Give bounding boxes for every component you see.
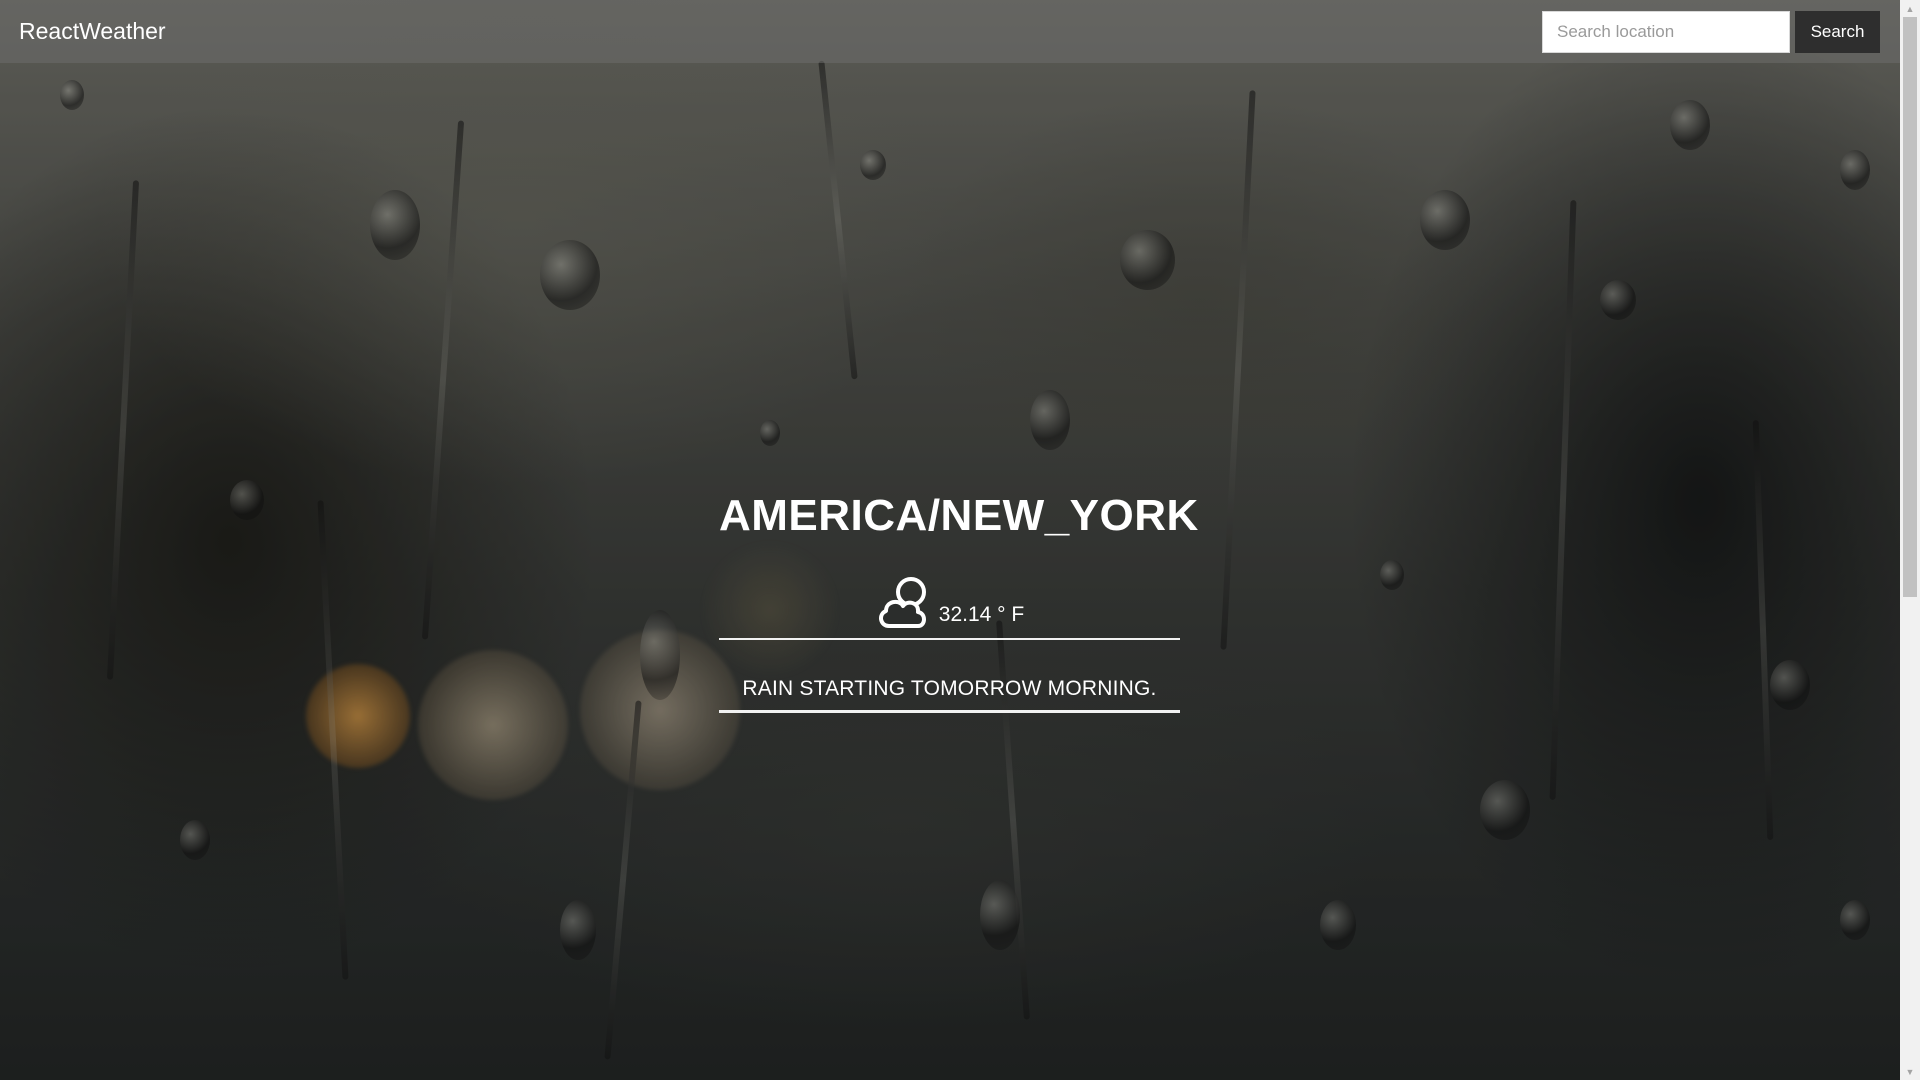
search-button[interactable]: Search	[1795, 10, 1880, 53]
divider-bottom	[719, 710, 1180, 713]
app-brand[interactable]: ReactWeather	[19, 18, 166, 45]
scroll-down-icon[interactable]: ▼	[1900, 1063, 1920, 1080]
top-bar: ReactWeather Search	[0, 0, 1900, 63]
location-title: AMERICA/NEW_YORK	[719, 491, 1199, 540]
search-location-input[interactable]	[1542, 10, 1790, 53]
partly-cloudy-icon	[875, 574, 935, 630]
weather-panel: AMERICA/NEW_YORK 32.14 ° F RAIN STARTING…	[719, 490, 1199, 713]
scrollbar-thumb[interactable]	[1903, 17, 1917, 597]
search-form: Search	[1542, 10, 1880, 53]
forecast-summary: RAIN STARTING TOMORROW MORNING.	[742, 677, 1157, 700]
temperature-row: 32.14 ° F	[719, 570, 1180, 630]
divider-top	[719, 638, 1180, 640]
scroll-up-icon[interactable]: ▲	[1900, 0, 1920, 17]
vertical-scrollbar[interactable]: ▲ ▼	[1900, 0, 1920, 1080]
temperature-value: 32.14 ° F	[938, 603, 1025, 626]
